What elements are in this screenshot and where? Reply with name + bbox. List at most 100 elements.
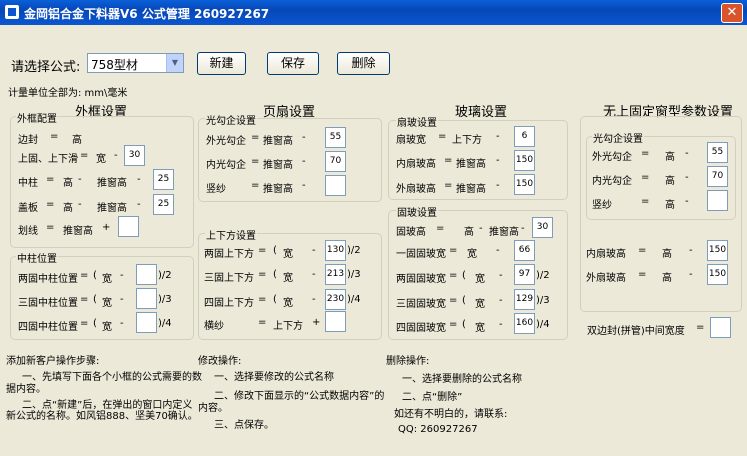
- fixed-shasha-input[interactable]: [707, 190, 728, 211]
- shanbokuan-input[interactable]: 6: [514, 126, 535, 147]
- equals-sign: =: [80, 318, 89, 329]
- kuan-label: 宽: [96, 154, 106, 165]
- paren-open: (: [462, 319, 466, 330]
- tuichuanggao-label: 推窗高: [97, 178, 127, 189]
- minus-sign: -: [78, 174, 82, 185]
- minus-sign: -: [685, 172, 689, 183]
- fixed-waiguang-input[interactable]: 55: [707, 142, 728, 163]
- equals-sign: =: [449, 245, 458, 256]
- minus-sign: -: [312, 245, 316, 256]
- kuan-label: 宽: [102, 298, 112, 309]
- fixed-waishanbogao-input[interactable]: 150: [707, 264, 728, 285]
- huaxian-input[interactable]: [118, 216, 139, 237]
- kuan-label: 宽: [283, 249, 293, 260]
- divide-3: )/3: [158, 294, 172, 305]
- tuichuanggao-label: 推窗高: [263, 136, 293, 147]
- minus-sign: -: [479, 223, 483, 234]
- sangu-input[interactable]: 129: [514, 289, 535, 310]
- equals-sign: =: [258, 294, 267, 305]
- sash-shasha-input[interactable]: [325, 175, 346, 196]
- sash-san-input[interactable]: 213: [325, 264, 346, 285]
- equals-sign: =: [641, 172, 650, 183]
- san-input[interactable]: [136, 288, 157, 309]
- sash-neiguang-input[interactable]: 70: [325, 151, 346, 172]
- gubogao-input[interactable]: 30: [532, 217, 553, 238]
- gao-label: 高: [665, 152, 675, 163]
- help-add-step2-cont: 新公式的名称。如风铝888、坚美70确认。: [6, 411, 198, 422]
- chevron-down-icon[interactable]: ▼: [166, 54, 183, 72]
- minus-sign: -: [114, 150, 118, 161]
- paren-open: (: [93, 294, 97, 305]
- lianggu-input[interactable]: 97: [514, 264, 535, 285]
- minus-sign: -: [302, 156, 306, 167]
- glass-title: 玻璃设置: [455, 105, 508, 120]
- divide-3: )/3: [536, 295, 550, 306]
- tuichuanggao-label: 推窗高: [263, 160, 293, 171]
- paren-open: (: [462, 295, 466, 306]
- kuan-label: 宽: [102, 322, 112, 333]
- sash-waiguang-input[interactable]: 55: [325, 127, 346, 148]
- zhongzhu-label: 中柱: [18, 178, 38, 189]
- delete-button[interactable]: 删除: [337, 52, 390, 75]
- yigu-input[interactable]: 66: [514, 240, 535, 261]
- fixed-hook-group-label: 光勾企设置: [592, 130, 644, 145]
- divide-2: )/2: [347, 245, 361, 256]
- equals-sign: =: [80, 150, 89, 161]
- fixed-glass-group-label: 固玻设置: [396, 204, 438, 219]
- kuan-label: 宽: [102, 274, 112, 285]
- equals-sign: =: [641, 148, 650, 159]
- paren-open: (: [93, 318, 97, 329]
- gubogao-label: 固玻高: [396, 227, 426, 238]
- neishanbogao-input[interactable]: 150: [514, 150, 535, 171]
- minus-sign: -: [120, 270, 124, 281]
- tuichuanggao-label: 推窗高: [263, 184, 293, 195]
- equals-sign: =: [50, 131, 59, 142]
- save-button[interactable]: 保存: [267, 52, 319, 75]
- plus-sign: +: [312, 317, 321, 328]
- minus-sign: -: [499, 319, 503, 330]
- minus-sign: -: [137, 174, 141, 185]
- fixed-neishanbogao-input[interactable]: 150: [707, 240, 728, 261]
- divide-4: )/4: [158, 318, 172, 329]
- top-bottom-group-label: 上下方设置: [205, 227, 257, 242]
- hengsha-input[interactable]: [325, 311, 346, 332]
- equals-sign: =: [696, 322, 705, 333]
- gaiban-input[interactable]: 25: [153, 194, 174, 215]
- formula-select[interactable]: 758型材 ▼: [87, 53, 184, 73]
- tuichuanggao-label: 推窗高: [456, 159, 486, 170]
- close-button[interactable]: ✕: [721, 3, 743, 23]
- sash-san-label: 三固上下方: [204, 273, 254, 284]
- shanbokuan-label: 扇玻宽: [396, 135, 426, 146]
- minus-sign: -: [689, 269, 693, 280]
- shasha-label: 竖纱: [206, 184, 226, 195]
- kuan-label: 宽: [283, 273, 293, 284]
- plus-sign: +: [102, 222, 111, 233]
- shuangbian-input[interactable]: [710, 317, 731, 338]
- fixed-neiguang-input[interactable]: 70: [707, 166, 728, 187]
- sigu-input[interactable]: 160: [514, 313, 535, 334]
- sash-si-input[interactable]: 230: [325, 289, 346, 310]
- minus-sign: -: [312, 294, 316, 305]
- liang-input[interactable]: [136, 264, 157, 285]
- sash-liang-label: 两固上下方: [204, 249, 254, 260]
- minus-sign: -: [120, 294, 124, 305]
- waishanbogao-input[interactable]: 150: [514, 174, 535, 195]
- equals-sign: =: [444, 180, 453, 191]
- gao-label: 高: [72, 135, 82, 146]
- paren-open: (: [273, 269, 277, 280]
- help-edit-step2: 二、修改下面显示的“公式数据内容”的: [214, 391, 385, 402]
- tuichuanggao-label: 推窗高: [489, 227, 519, 238]
- equals-sign: =: [80, 270, 89, 281]
- new-button[interactable]: 新建: [197, 52, 246, 75]
- equals-sign: =: [438, 131, 447, 142]
- gao-label: 高: [63, 178, 73, 189]
- sash-hook-group-label: 光勾企设置: [205, 112, 257, 127]
- shangxia-input[interactable]: 30: [124, 145, 145, 166]
- shangxia-label: 上固、上下滑: [18, 154, 78, 165]
- si-input[interactable]: [136, 312, 157, 333]
- sash-liang-input[interactable]: 130: [325, 240, 346, 261]
- help-add-step1-cont: 据内容。: [6, 384, 46, 395]
- huaxian-label: 划线: [18, 226, 38, 237]
- gao-label: 高: [665, 176, 675, 187]
- zhongzhu-input[interactable]: 25: [153, 169, 174, 190]
